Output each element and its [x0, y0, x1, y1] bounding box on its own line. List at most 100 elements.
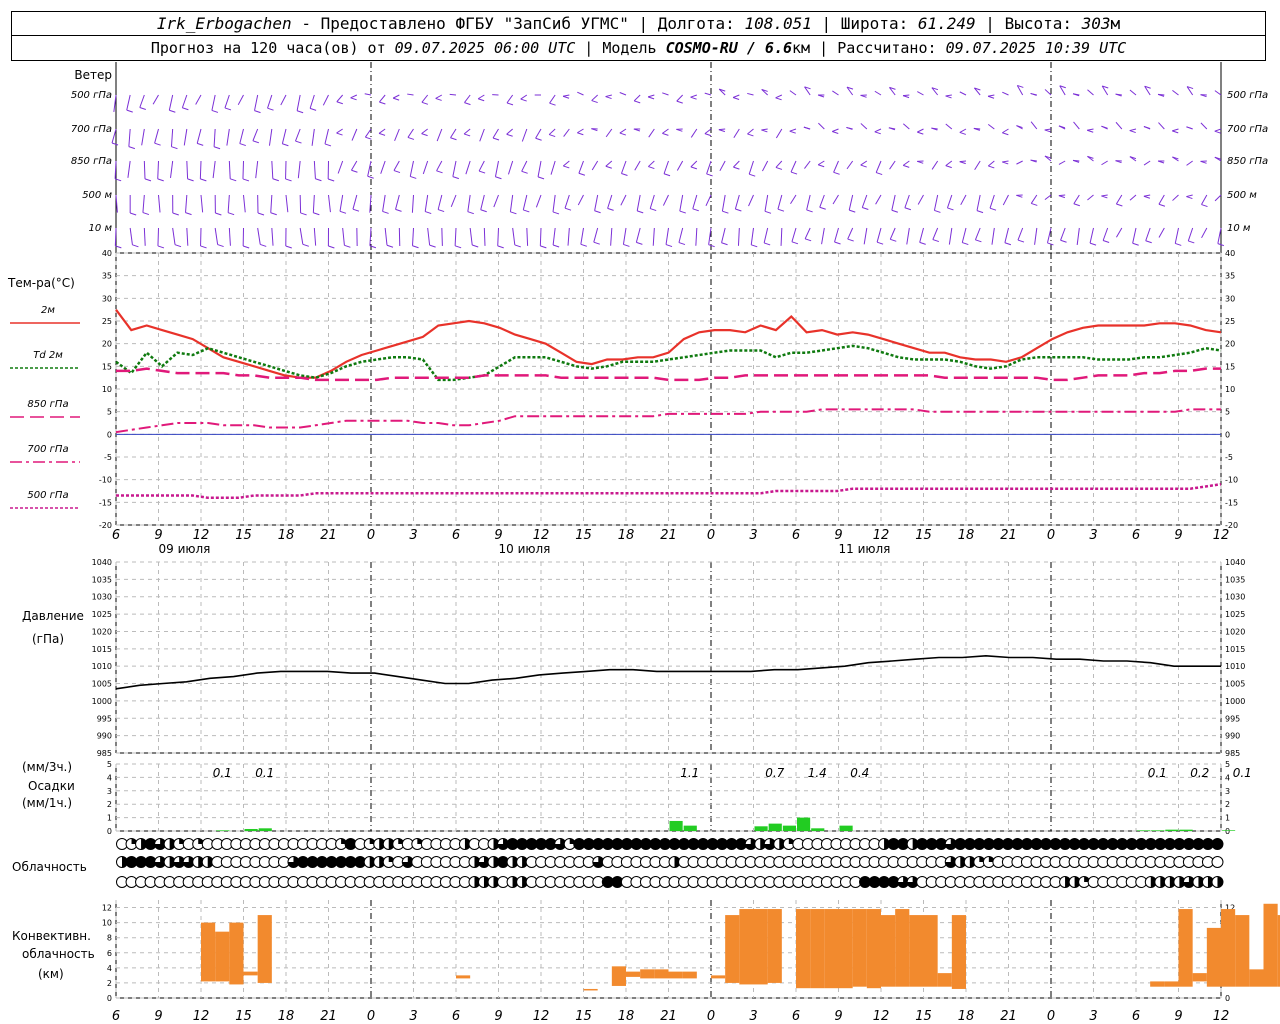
wind-barb [750, 227, 754, 245]
wind-barb-feather [429, 244, 436, 248]
wind-barb [610, 227, 613, 246]
wind-barb [299, 227, 304, 245]
wind-barb [945, 160, 953, 167]
wind-barb [889, 227, 896, 240]
wind-barb [141, 128, 145, 146]
wind-barb [692, 194, 698, 209]
precip-3h-label: 0.7 [765, 766, 784, 780]
convective-ytick-left: 8 [107, 934, 112, 943]
wind-barb [690, 94, 697, 98]
wind-barb-feather [425, 211, 432, 215]
wind-barb [861, 194, 868, 208]
x-tick-label-bottom: 0 [1047, 1009, 1055, 1024]
wind-barb [477, 94, 485, 100]
wind-barb-feather [126, 109, 133, 113]
precip-bar [1165, 829, 1179, 831]
x-tick-label: 3 [1089, 528, 1097, 543]
wind-barb [483, 227, 486, 246]
wind-barb-feather [467, 211, 474, 215]
convective-bar [824, 909, 839, 989]
wind-barb [237, 94, 244, 106]
wind-barb-feather [174, 244, 182, 248]
wind-barb-feather [904, 207, 912, 211]
wind-barb-feather [313, 212, 320, 216]
wind-barb-feather [230, 178, 237, 182]
wind-barb [733, 160, 740, 168]
x-tick-label-bottom: 6 [1132, 1009, 1140, 1024]
wind-barb [747, 128, 754, 135]
wind-barb [480, 194, 485, 210]
x-tick-label: 6 [792, 528, 800, 543]
convective-bar [1221, 909, 1236, 987]
precip-bar [782, 825, 796, 831]
x-tick-label-bottom: 15 [575, 1009, 592, 1024]
wind-barb-feather [535, 137, 542, 141]
wind-barb-feather [564, 207, 572, 211]
wind-barb-feather [549, 134, 556, 138]
wind-barb-feather [1058, 195, 1066, 199]
wind-barb-feather [1175, 242, 1182, 246]
wind-barb [271, 227, 274, 246]
wind-barb-feather [1002, 161, 1009, 165]
wind-barb-feather [367, 175, 374, 179]
convective-bar [1164, 981, 1179, 987]
convective-bar [1150, 981, 1165, 987]
wind-barb-feather [336, 132, 343, 136]
wind-barb-feather [213, 146, 221, 150]
wind-barb [594, 194, 599, 211]
wind-barb-feather [339, 210, 347, 214]
wind-barb [1044, 194, 1052, 201]
wind-barb-feather [747, 133, 754, 137]
x-tick-label: 0 [367, 528, 375, 543]
temp-ytick-left: 40 [102, 249, 112, 258]
wind-barb-feather [478, 98, 485, 102]
wind-barb-feather [260, 243, 267, 247]
wind-barb [195, 94, 202, 105]
pressure-ytick-right: 1030 [1225, 593, 1245, 602]
wind-barb [255, 160, 259, 179]
x-tick-label: 21 [320, 528, 337, 543]
precip-3h-label: 1.1 [680, 766, 699, 780]
convective-bar [909, 915, 924, 987]
wind-barb-feather [382, 210, 389, 214]
temperature-legend-label: 700 гПа [27, 444, 68, 455]
wind-barb [142, 194, 145, 213]
precip-ytick-left: 2 [107, 800, 112, 809]
precip-bar [244, 828, 258, 831]
wind-barb [364, 128, 372, 138]
wind-barb-feather [1129, 130, 1136, 134]
convective-bar [456, 975, 471, 979]
wind-barb-feather [722, 210, 729, 214]
precip-title: Осадки [28, 779, 75, 793]
convective-bar [229, 922, 244, 985]
wind-barb [1200, 122, 1208, 130]
wind-barb [200, 194, 204, 213]
precip-3h-label: 0.1 [255, 766, 274, 780]
wind-barb-feather [506, 102, 514, 106]
wind-barb [567, 227, 570, 246]
pressure-ytick-left: 1010 [92, 662, 112, 671]
wind-barb [789, 128, 797, 132]
wind-barb-feather [1132, 242, 1139, 246]
wind-barb [228, 160, 231, 179]
x-tick-label: 18 [958, 528, 975, 543]
wind-barb [412, 227, 414, 246]
wind-barb [378, 128, 386, 134]
wind-barb [1129, 194, 1137, 201]
wind-barb [312, 194, 315, 213]
wind-barb [492, 128, 499, 139]
wind-barb [295, 128, 301, 142]
wind-barb [128, 128, 131, 147]
wind-barb-feather [437, 209, 445, 213]
wind-barb [506, 128, 513, 135]
wind-barb [933, 194, 939, 211]
wind-barb-feather [917, 131, 924, 135]
wind-barb-feather [735, 208, 742, 212]
wind-barb [1172, 194, 1179, 201]
wind-barb [1115, 121, 1123, 130]
x-tick-label: 9 [834, 528, 842, 543]
wind-barb-feather [733, 166, 740, 170]
pressure-ytick-left: 1035 [92, 575, 112, 584]
wind-barb [874, 90, 882, 96]
x-tick-label: 21 [1000, 528, 1017, 543]
